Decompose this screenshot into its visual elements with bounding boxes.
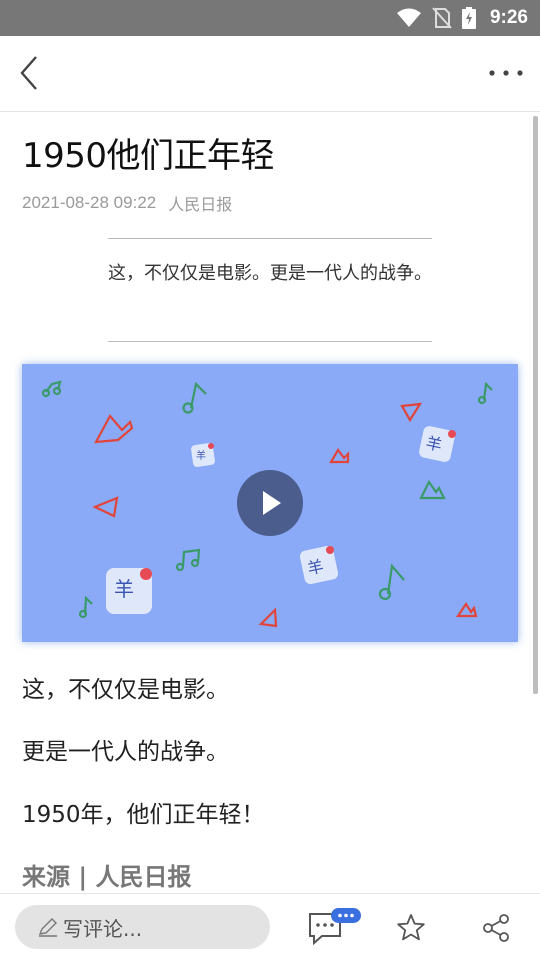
comment-count-badge: [331, 908, 361, 923]
more-horizontal-icon: [489, 70, 523, 76]
dots-icon: [338, 913, 354, 918]
pull-quote-text: 这，不仅仅是电影。更是一代人的战争。: [108, 263, 432, 284]
body-paragraph: 这，不仅仅是电影。: [22, 677, 229, 703]
comment-placeholder: 写评论...: [63, 916, 143, 941]
article-title: 1950他们正年轻: [22, 136, 275, 176]
status-bar: 9:26: [0, 0, 540, 36]
svg-text:羊: 羊: [196, 449, 206, 462]
body-paragraph: 1950年，他们正年轻！: [22, 802, 265, 828]
play-icon: [263, 491, 281, 515]
pen-icon: [38, 918, 57, 937]
no-sim-icon: [432, 7, 452, 29]
bottom-action-bar: 写评论...: [0, 893, 540, 961]
article-meta: 2021-08-28 09:22 人民日报: [22, 191, 232, 215]
favorite-button[interactable]: [394, 911, 428, 949]
wifi-icon: [396, 8, 421, 27]
svg-text:羊: 羊: [114, 577, 134, 601]
back-button[interactable]: [14, 52, 50, 94]
share-icon: [483, 914, 509, 942]
scrollbar[interactable]: [533, 116, 538, 694]
body-paragraph: 更是一代人的战争。: [22, 739, 229, 765]
star-icon: [397, 914, 425, 941]
source-credit: 来源 | 人民日报: [22, 863, 192, 891]
video-player[interactable]: 羊 羊 羊 羊: [22, 364, 518, 642]
share-button[interactable]: [480, 911, 514, 949]
publish-date: 2021-08-28 09:22: [22, 193, 157, 212]
chevron-left-icon: [20, 56, 37, 90]
status-time: 9:26: [489, 7, 528, 28]
pull-quote: 这，不仅仅是电影。更是一代人的战争。: [108, 238, 432, 342]
more-button[interactable]: [486, 58, 526, 88]
comment-input[interactable]: 写评论...: [15, 905, 270, 949]
top-nav-bar: [0, 36, 540, 112]
play-button[interactable]: [237, 470, 303, 536]
battery-charging-icon: [461, 7, 476, 29]
publisher-name[interactable]: 人民日报: [168, 191, 232, 215]
